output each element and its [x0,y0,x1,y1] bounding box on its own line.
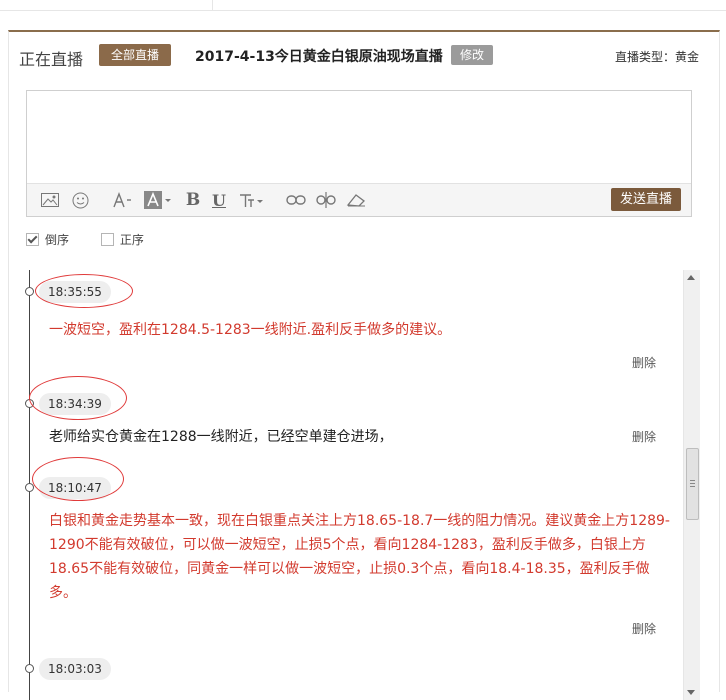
order-desc-option[interactable]: 倒序 [26,231,69,248]
link-icon[interactable] [285,190,307,210]
underline-icon[interactable]: U [210,190,228,210]
editor-toolbar: B U 发送直播 [27,183,691,216]
unlink-icon[interactable] [315,190,337,210]
order-desc-checkbox[interactable] [26,233,39,246]
delete-link[interactable]: 删除 [632,620,656,637]
top-strip-left [0,0,213,11]
order-asc-label: 正序 [119,233,144,247]
entry-time: 18:03:03 [39,658,111,680]
top-strip-right [213,0,726,11]
send-live-button[interactable]: 发送直播 [610,188,681,211]
highlight-oval [35,274,133,308]
all-live-button[interactable]: 全部直播 [99,44,172,66]
timeline-dot [25,287,34,296]
edit-button[interactable]: 修改 [451,45,494,65]
live-content-input[interactable] [27,91,695,187]
timeline-dot [25,664,34,673]
page-title: 2017-4-13今日黄金白银原油现场直播 [195,49,443,65]
live-type-label: 直播类型：黄金 [614,50,699,64]
bold-icon[interactable]: B [184,190,202,210]
panel-header: 正在直播 全部直播 2017-4-13今日黄金白银原油现场直播 修改 直播类型：… [9,32,719,80]
scroll-up-arrow-icon[interactable] [687,275,695,280]
text-style-icon[interactable] [238,190,264,210]
feed-scrollbar[interactable] [683,270,700,700]
order-desc-label: 倒序 [45,233,70,247]
top-strip [0,0,726,12]
delete-link[interactable]: 删除 [632,428,656,445]
order-asc-checkbox[interactable] [100,233,114,246]
image-icon[interactable] [39,190,61,210]
live-feed: 18:35:55 一波短空，盈利在1284.5-1283一线附近.盈利反手做多的… [9,270,685,700]
order-options: 倒序 正序 [26,231,172,248]
entry-text: 一波短空，盈利在1284.5-1283一线附近.盈利反手做多的建议。 [49,322,452,338]
entry-text: 白银和黄金走势基本一致，现在白银重点关注上方18.65-18.7一线的阻力情况。… [49,513,670,601]
live-editor: B U 发送直播 [26,90,695,217]
eraser-icon[interactable] [345,190,367,210]
scroll-down-arrow-icon[interactable] [687,690,695,695]
emoji-icon[interactable] [69,190,91,210]
order-asc-option[interactable]: 正序 [100,231,144,248]
font-color-icon[interactable] [143,190,173,210]
delete-link[interactable]: 删除 [632,354,656,371]
live-panel: 正在直播 全部直播 2017-4-13今日黄金白银原油现场直播 修改 直播类型：… [8,30,720,700]
entry-text: 老师给实仓黄金在1288一线附近，已经空单建仓进场， [49,429,393,445]
highlight-oval [29,376,127,420]
highlight-oval [32,457,124,501]
live-label: 正在直播 [19,50,84,69]
font-size-icon[interactable] [111,190,135,210]
scrollbar-thumb[interactable] [686,448,699,520]
